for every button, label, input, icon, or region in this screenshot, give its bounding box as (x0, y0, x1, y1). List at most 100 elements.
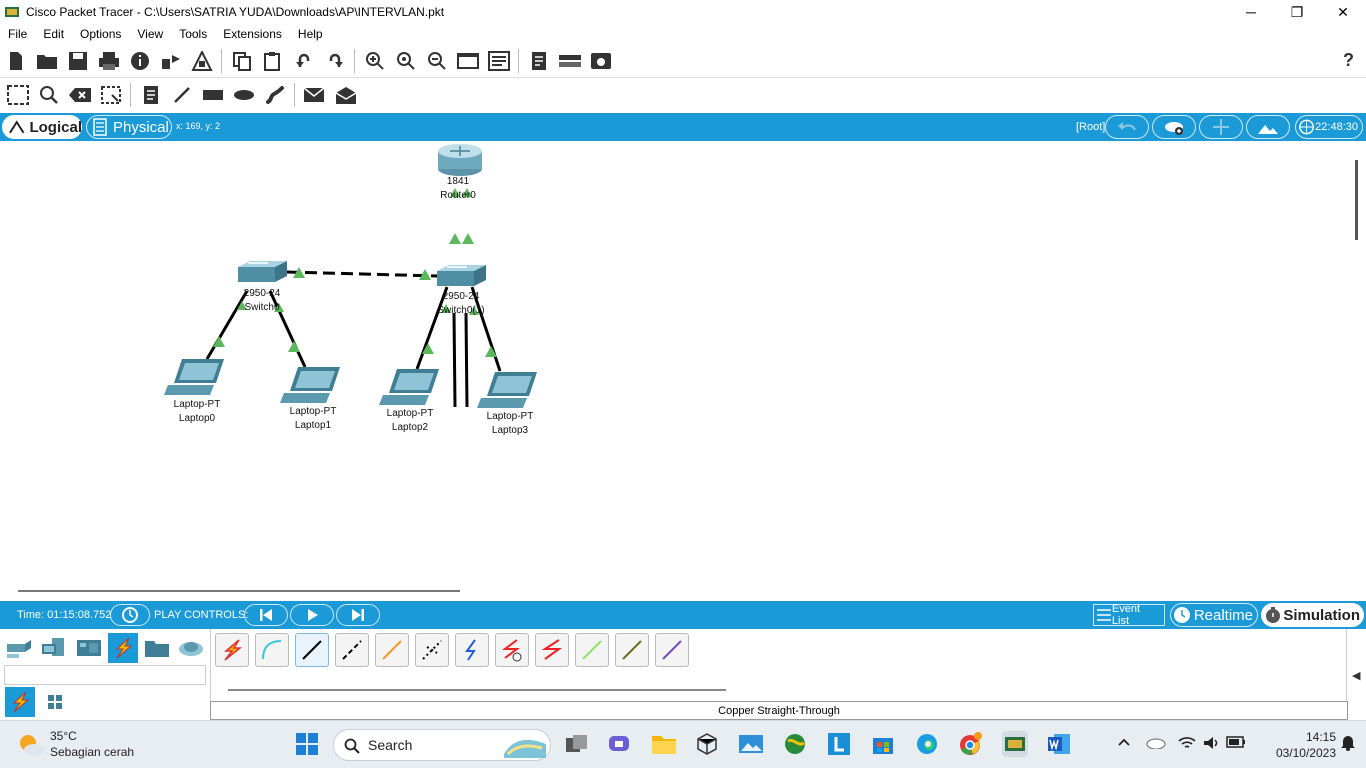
tab-physical[interactable]: Physical (86, 115, 172, 139)
virtualbox-button[interactable] (694, 731, 720, 757)
network-devices-category[interactable] (4, 633, 34, 663)
vertical-scrollbar[interactable] (1355, 160, 1358, 240)
root-breadcrumb[interactable]: [Root] (1076, 121, 1105, 133)
iot-custom-cable[interactable] (615, 633, 649, 667)
link-router-switch1-b[interactable] (464, 312, 469, 408)
chrome-button[interactable] (958, 731, 984, 757)
draw-rectangle-icon[interactable] (197, 81, 228, 109)
simulation-mode-button[interactable]: Simulation (1261, 603, 1364, 627)
switch-icon[interactable] (437, 265, 486, 286)
usb-cable[interactable] (655, 633, 689, 667)
components-category[interactable] (74, 633, 104, 663)
custom-devices-dialog-icon[interactable] (483, 47, 514, 75)
horizontal-scrollbar[interactable] (18, 590, 460, 592)
battery-tray-icon[interactable] (1226, 735, 1246, 752)
paste-icon[interactable] (257, 47, 288, 75)
play-button[interactable] (290, 604, 334, 626)
draw-ellipse-icon[interactable] (228, 81, 259, 109)
back-button[interactable] (1105, 115, 1149, 139)
screenshot-icon[interactable] (585, 47, 616, 75)
laptop-icon[interactable] (477, 372, 537, 408)
phone-cable[interactable] (415, 633, 449, 667)
network-wizard-icon[interactable] (155, 47, 186, 75)
edge-button[interactable] (914, 731, 940, 757)
add-complex-pdu-icon[interactable] (330, 81, 361, 109)
microsoft-store-button[interactable] (870, 731, 896, 757)
weather-sun-icon[interactable] (16, 731, 46, 759)
taskbar-clock-date[interactable]: 03/10/2023 (1258, 746, 1336, 760)
activity-wizard-icon[interactable] (186, 47, 217, 75)
word-button[interactable] (1046, 731, 1072, 757)
l-app-button[interactable] (826, 731, 852, 757)
structured-cabling-subtype[interactable] (40, 687, 70, 717)
menu-options[interactable]: Options (72, 27, 129, 41)
miscellaneous-category[interactable] (142, 633, 172, 663)
laptop-icon[interactable] (280, 367, 340, 403)
cable-list-scrollbar[interactable] (228, 689, 726, 691)
delete-tool-icon[interactable] (64, 81, 95, 109)
tab-logical[interactable]: Logical (2, 115, 82, 139)
select-tool-icon[interactable] (2, 81, 33, 109)
move-object-button[interactable] (1199, 115, 1243, 139)
switch-icon[interactable] (238, 261, 287, 282)
zoom-in-icon[interactable] (359, 47, 390, 75)
show-hidden-icons-button[interactable] (1117, 735, 1131, 752)
info-icon[interactable] (124, 47, 155, 75)
realtime-mode-button[interactable]: Realtime (1170, 603, 1258, 627)
weather-description[interactable]: Sebagian cerah (50, 745, 134, 759)
menu-file[interactable]: File (0, 27, 35, 41)
new-file-icon[interactable] (0, 47, 31, 75)
menu-tools[interactable]: Tools (171, 27, 215, 41)
print-icon[interactable] (93, 47, 124, 75)
viewport-clock[interactable]: 22:48:30 (1295, 115, 1363, 139)
draw-line-icon[interactable] (166, 81, 197, 109)
connections-subtype[interactable] (5, 687, 35, 717)
onedrive-tray-icon[interactable] (1146, 735, 1166, 752)
device-search-input[interactable] (4, 665, 206, 685)
end-devices-category[interactable] (39, 633, 69, 663)
menu-view[interactable]: View (129, 27, 171, 41)
event-list-button[interactable]: Event List (1093, 603, 1165, 627)
maximize-button[interactable]: ❐ (1274, 0, 1320, 24)
menu-extensions[interactable]: Extensions (215, 27, 290, 41)
reset-timer-button[interactable] (110, 604, 150, 626)
place-note-icon[interactable] (135, 81, 166, 109)
taskbar-clock-time[interactable]: 14:15 (1288, 730, 1336, 744)
close-button[interactable]: ✕ (1320, 0, 1366, 24)
fiber-cable[interactable] (375, 633, 409, 667)
start-button[interactable] (294, 731, 320, 757)
drawing-palette-icon[interactable] (452, 47, 483, 75)
file-explorer-button[interactable] (651, 731, 677, 757)
copy-icon[interactable] (226, 47, 257, 75)
set-background-button[interactable] (1246, 115, 1290, 139)
undo-icon[interactable] (288, 47, 319, 75)
serial-dte-cable[interactable] (535, 633, 569, 667)
laptop-icon[interactable] (164, 359, 224, 395)
connections-category[interactable] (108, 633, 138, 663)
console-cable[interactable] (255, 633, 289, 667)
router-icon[interactable] (438, 144, 482, 176)
menu-edit[interactable]: Edit (35, 27, 72, 41)
help-icon[interactable]: ? (1343, 50, 1354, 71)
add-simple-pdu-icon[interactable] (299, 81, 330, 109)
menu-help[interactable]: Help (290, 27, 331, 41)
collapse-panel-arrow[interactable]: ◀ (1352, 669, 1360, 682)
copper-straight-through-cable[interactable] (295, 633, 329, 667)
zoom-out-icon[interactable] (421, 47, 452, 75)
packet-tracer-taskbar-button[interactable] (1002, 731, 1028, 757)
notifications-button[interactable] (1340, 733, 1356, 754)
device-template-icon[interactable] (554, 47, 585, 75)
minimize-button[interactable]: ─ (1228, 0, 1274, 24)
logical-workspace[interactable]: 1841 Router0 2950-24 Switch0 2950-24 Swi… (0, 141, 1366, 601)
volume-tray-icon[interactable] (1202, 735, 1220, 754)
freeform-draw-icon[interactable] (259, 81, 290, 109)
redo-icon[interactable] (319, 47, 350, 75)
serial-dce-cable[interactable] (495, 633, 529, 667)
coaxial-cable[interactable] (455, 633, 489, 667)
browser-app-button[interactable] (782, 731, 808, 757)
multiuser-connection-category[interactable] (176, 633, 206, 663)
wifi-tray-icon[interactable] (1178, 735, 1196, 754)
link-switch0-switch1[interactable] (286, 270, 439, 278)
back-step-button[interactable] (244, 604, 288, 626)
photos-button[interactable] (738, 731, 764, 757)
